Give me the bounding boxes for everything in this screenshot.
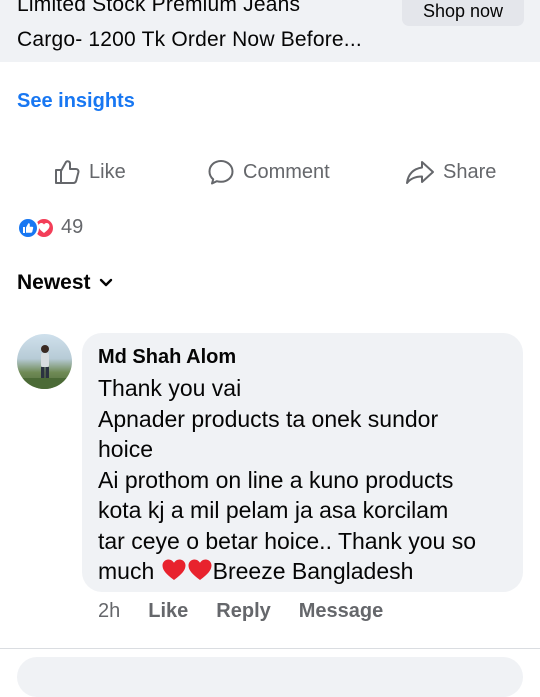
post-action-bar: Like Comment Share [0,152,540,194]
comment-author-name[interactable]: Md Shah Alom [98,344,507,370]
comment-button[interactable]: Comment [207,152,330,192]
like-reaction-icon [17,216,39,239]
see-insights-link[interactable]: See insights [17,90,135,113]
thumbs-up-icon [55,160,80,184]
ad-title[interactable]: Limited Stock Premium Jeans Cargo- 1200 … [17,0,392,57]
ad-title-line-2: Cargo- 1200 Tk Order Now Before... [17,28,362,51]
share-icon [406,161,434,184]
comment-last-line: much Breeze Bangladesh [98,556,507,587]
comment-line: much [98,558,155,584]
sponsored-ad-bar: Limited Stock Premium Jeans Cargo- 1200 … [0,0,540,62]
comment-line: kota kj a mil pelam ja asa korcilam [98,497,449,523]
comment-bubble: Md Shah Alom Thank you vai Apnader produ… [82,333,523,592]
commenter-avatar[interactable] [17,334,72,389]
reaction-summary[interactable]: 49 [17,216,83,239]
share-button-label: Share [443,160,497,183]
comment-line: Thank you vai [98,375,242,401]
ad-title-line-1: Limited Stock Premium Jeans [17,0,301,16]
comment-message-button[interactable]: Message [299,600,384,623]
comment-line: Apnader products ta onek sundor [98,405,439,432]
comment-meta-bar: 2h Like Reply Message [98,600,383,623]
red-heart-icon [188,559,212,580]
next-comment-bubble [17,657,523,697]
red-heart-icon [162,559,186,580]
comment-page-mention: Breeze Bangladesh [212,558,414,584]
divider [0,648,540,649]
shop-now-button[interactable]: Shop now [402,0,524,26]
comment-reply-button[interactable]: Reply [216,600,270,623]
share-button[interactable]: Share [405,152,496,192]
comment-timestamp[interactable]: 2h [98,600,120,623]
comment-line: Ai prothom on line a kuno products [98,466,454,493]
chevron-down-icon [99,278,112,287]
sort-label: Newest [17,271,91,294]
reaction-count: 49 [61,216,84,238]
like-button[interactable]: Like [53,152,126,192]
comment-line: tar ceye o betar hoice.. Thank you so [98,527,477,554]
comment-line: hoice [98,436,153,462]
comment-icon [208,160,234,185]
like-button-label: Like [89,160,126,183]
comment-text: Thank you vai Apnader products ta onek s… [98,373,507,587]
comment-like-button[interactable]: Like [148,600,188,623]
comment-sort-dropdown[interactable]: Newest [17,271,113,295]
comment-button-label: Comment [243,160,330,183]
